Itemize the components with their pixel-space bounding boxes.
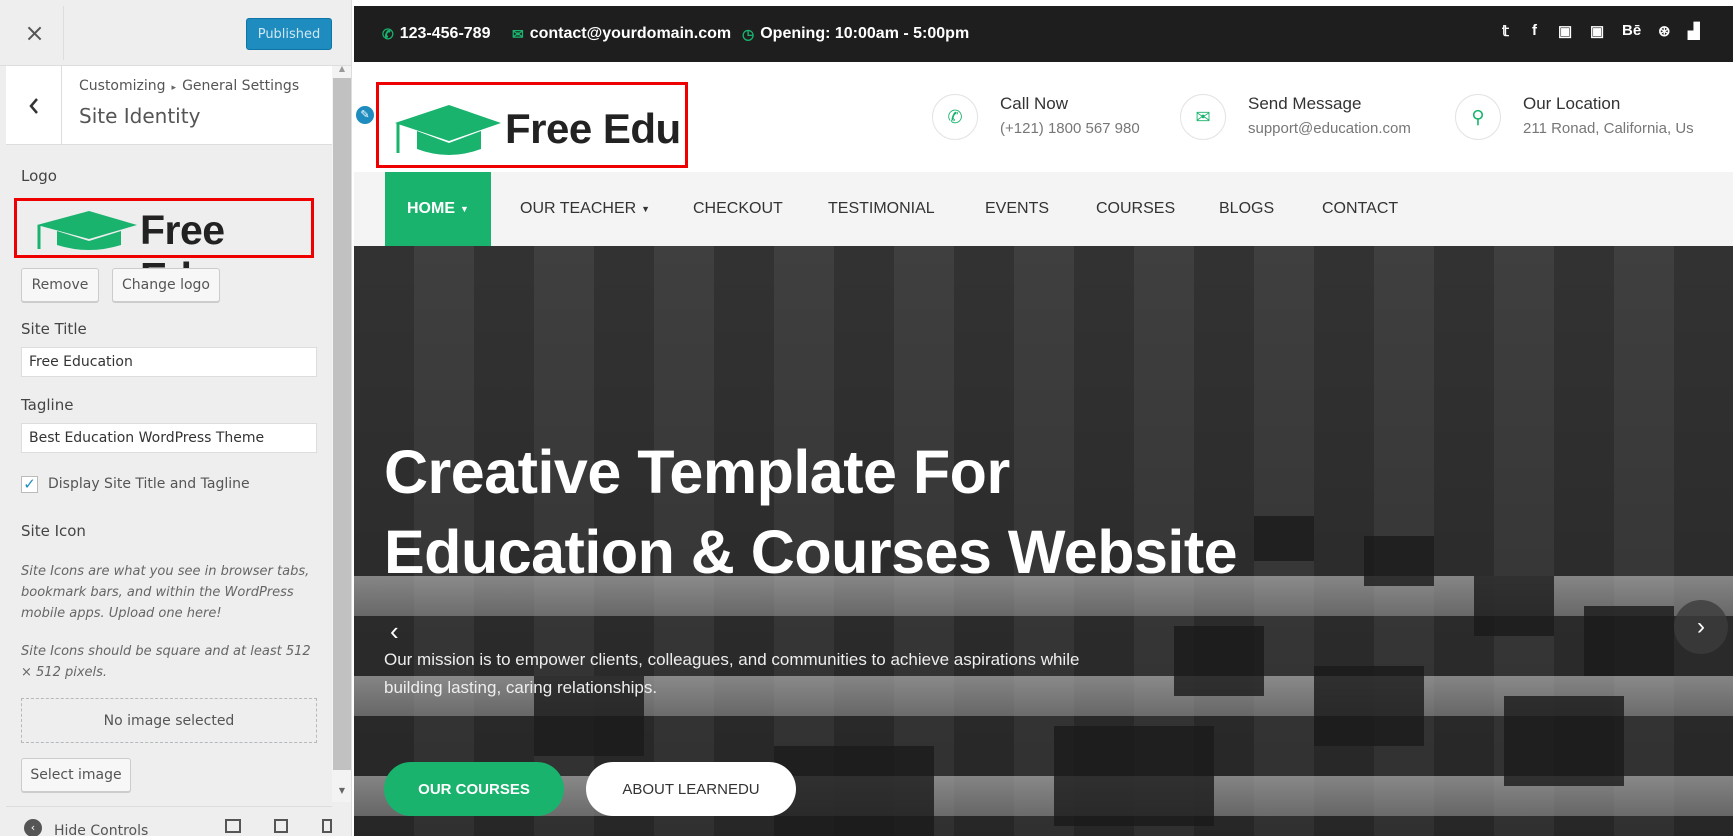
customizer-header: × Published — [0, 0, 351, 66]
caret-down-icon: ▼ — [460, 204, 469, 214]
slider-prev-arrow-icon[interactable]: ‹ — [390, 616, 399, 647]
breadcrumb-parent: General Settings — [182, 78, 300, 94]
hero-subtitle: Our mission is to empower clients, colle… — [384, 650, 1080, 697]
google-plus-icon[interactable]: ▣ — [1558, 22, 1572, 40]
clock-icon: ◷ — [742, 25, 755, 42]
scroll-up-arrow[interactable]: ▲ — [333, 64, 351, 76]
close-customizer-button[interactable]: × — [6, 6, 64, 60]
contact-message-text: support@education.com — [1248, 120, 1411, 137]
map-marker-icon: ⚲ — [1455, 94, 1501, 140]
back-button[interactable] — [6, 66, 62, 145]
tagline-label: Tagline — [21, 396, 74, 414]
envelope-icon: ✉ — [512, 25, 524, 42]
topbar-email-text: contact@yourdomain.com — [529, 25, 732, 42]
youtube-icon[interactable]: ▟ — [1688, 22, 1700, 40]
nav-home[interactable]: HOME ▼ — [385, 172, 491, 246]
no-image-placeholder: No image selected — [21, 698, 317, 743]
behance-icon[interactable]: Bē — [1622, 22, 1641, 39]
hero-title: Creative Template For Education & Course… — [384, 432, 1238, 592]
main-nav: HOME ▼ OUR TEACHER ▼ CHECKOUT TESTIMONIAL … — [354, 172, 1733, 246]
display-title-label: Display Site Title and Tagline — [48, 476, 250, 492]
slider-next-arrow-icon[interactable]: › — [1674, 600, 1728, 654]
nav-courses[interactable]: COURSES — [1096, 172, 1175, 246]
customizer-footer: ‹ Hide Controls — [6, 806, 332, 836]
phone-icon: ✆ — [932, 94, 978, 140]
customizer-sidebar: × Published Customizing ▸ General Settings… — [0, 0, 352, 836]
topbar-opening-text: Opening: 10:00am - 5:00pm — [760, 25, 970, 42]
contact-location-text: 211 Ronad, California, Us — [1523, 120, 1694, 137]
site-logo[interactable]: Free Edu — [376, 82, 688, 168]
site-title-label: Site Title — [21, 320, 87, 338]
about-learnedu-button[interactable]: ABOUT LEARNEDU — [586, 762, 796, 816]
topbar-opening: ◷ Opening: 10:00am - 5:00pm — [742, 25, 969, 43]
breadcrumb-separator: ▸ — [171, 83, 177, 93]
change-logo-button[interactable]: Change logo — [112, 268, 220, 302]
display-title-checkbox[interactable]: ✓ — [21, 476, 38, 493]
contact-call-text: (+121) 1800 567 980 — [1000, 120, 1140, 137]
phone-icon: ✆ — [382, 25, 394, 42]
nav-contact[interactable]: CONTACT — [1322, 172, 1398, 246]
nav-our-teacher-label: OUR TEACHER — [520, 200, 637, 217]
our-courses-button[interactable]: OUR COURSES — [384, 762, 564, 816]
desktop-preview-icon[interactable] — [225, 819, 241, 833]
logo-label: Logo — [21, 167, 57, 185]
nav-blogs[interactable]: BLOGS — [1219, 172, 1274, 246]
topbar-email[interactable]: ✉ contact@yourdomain.com — [512, 25, 731, 43]
section-title: Site Identity — [79, 104, 201, 128]
tablet-preview-icon[interactable] — [274, 819, 288, 833]
hero-slider: Creative Template For Education & Course… — [354, 246, 1733, 836]
twitter-icon[interactable]: 𝕥 — [1502, 22, 1509, 40]
topbar-phone-text: 123-456-789 — [399, 25, 491, 42]
breadcrumb: Customizing ▸ General Settings — [79, 78, 299, 94]
nav-home-label: HOME — [407, 200, 455, 217]
nav-our-teacher[interactable]: OUR TEACHER ▼ — [520, 172, 650, 246]
site-icon-size-note: Site Icons should be square and at least… — [21, 644, 311, 680]
nav-testimonial[interactable]: TESTIMONIAL — [828, 172, 935, 246]
site-header: ✎ Free Edu ✆ Call Now (+121) 1800 567 98… — [354, 62, 1733, 172]
site-icon-description: Site Icons are what you see in browser t… — [21, 564, 310, 621]
scrollbar-thumb[interactable] — [333, 78, 351, 770]
contact-location-title: Our Location — [1523, 94, 1621, 113]
logo-preview: Free Edu — [14, 198, 314, 300]
edit-shortcut-pencil-icon[interactable]: ✎ — [354, 104, 376, 126]
chevron-left-icon — [28, 97, 38, 114]
remove-logo-button[interactable]: Remove — [21, 268, 99, 302]
caret-down-icon: ▼ — [641, 204, 651, 214]
topbar-phone[interactable]: ✆ 123-456-789 — [382, 25, 490, 43]
nav-checkout[interactable]: CHECKOUT — [693, 172, 783, 246]
topbar: ✆ 123-456-789 ✉ contact@yourdomain.com ◷ Op… — [354, 6, 1733, 62]
graduation-cap-icon — [395, 105, 501, 155]
publish-button[interactable]: Published — [246, 18, 332, 50]
mobile-preview-icon[interactable] — [322, 819, 332, 833]
site-preview: ✆ 123-456-789 ✉ contact@yourdomain.com ◷ Op… — [354, 6, 1733, 836]
dribbble-icon[interactable]: ⊛ — [1658, 22, 1671, 40]
site-icon-label: Site Icon — [21, 522, 86, 540]
hide-controls-link[interactable]: Hide Controls — [54, 823, 148, 836]
hero-title-line1: Creative Template For — [384, 438, 1010, 506]
site-logo-text: Free Edu — [505, 105, 681, 152]
hero-title-line2: Education & Courses Website — [384, 518, 1238, 586]
facebook-icon[interactable]: f — [1532, 22, 1537, 39]
envelope-icon: ✉ — [1180, 94, 1226, 140]
nav-events[interactable]: EVENTS — [985, 172, 1049, 246]
linkedin-icon[interactable]: ▣ — [1590, 22, 1604, 40]
section-header: Customizing ▸ General Settings Site Identi… — [6, 66, 332, 145]
graduation-cap-icon — [37, 211, 137, 250]
contact-call-title: Call Now — [1000, 94, 1069, 113]
site-title-input[interactable]: Free Education — [21, 347, 317, 377]
hide-controls-icon[interactable]: ‹ — [24, 819, 42, 836]
scroll-down-arrow[interactable]: ▼ — [333, 786, 351, 798]
breadcrumb-root: Customizing — [79, 78, 166, 94]
tagline-input[interactable]: Best Education WordPress Theme — [21, 423, 317, 453]
contact-message-title: Send Message — [1248, 94, 1362, 113]
select-image-button[interactable]: Select image — [21, 758, 131, 792]
